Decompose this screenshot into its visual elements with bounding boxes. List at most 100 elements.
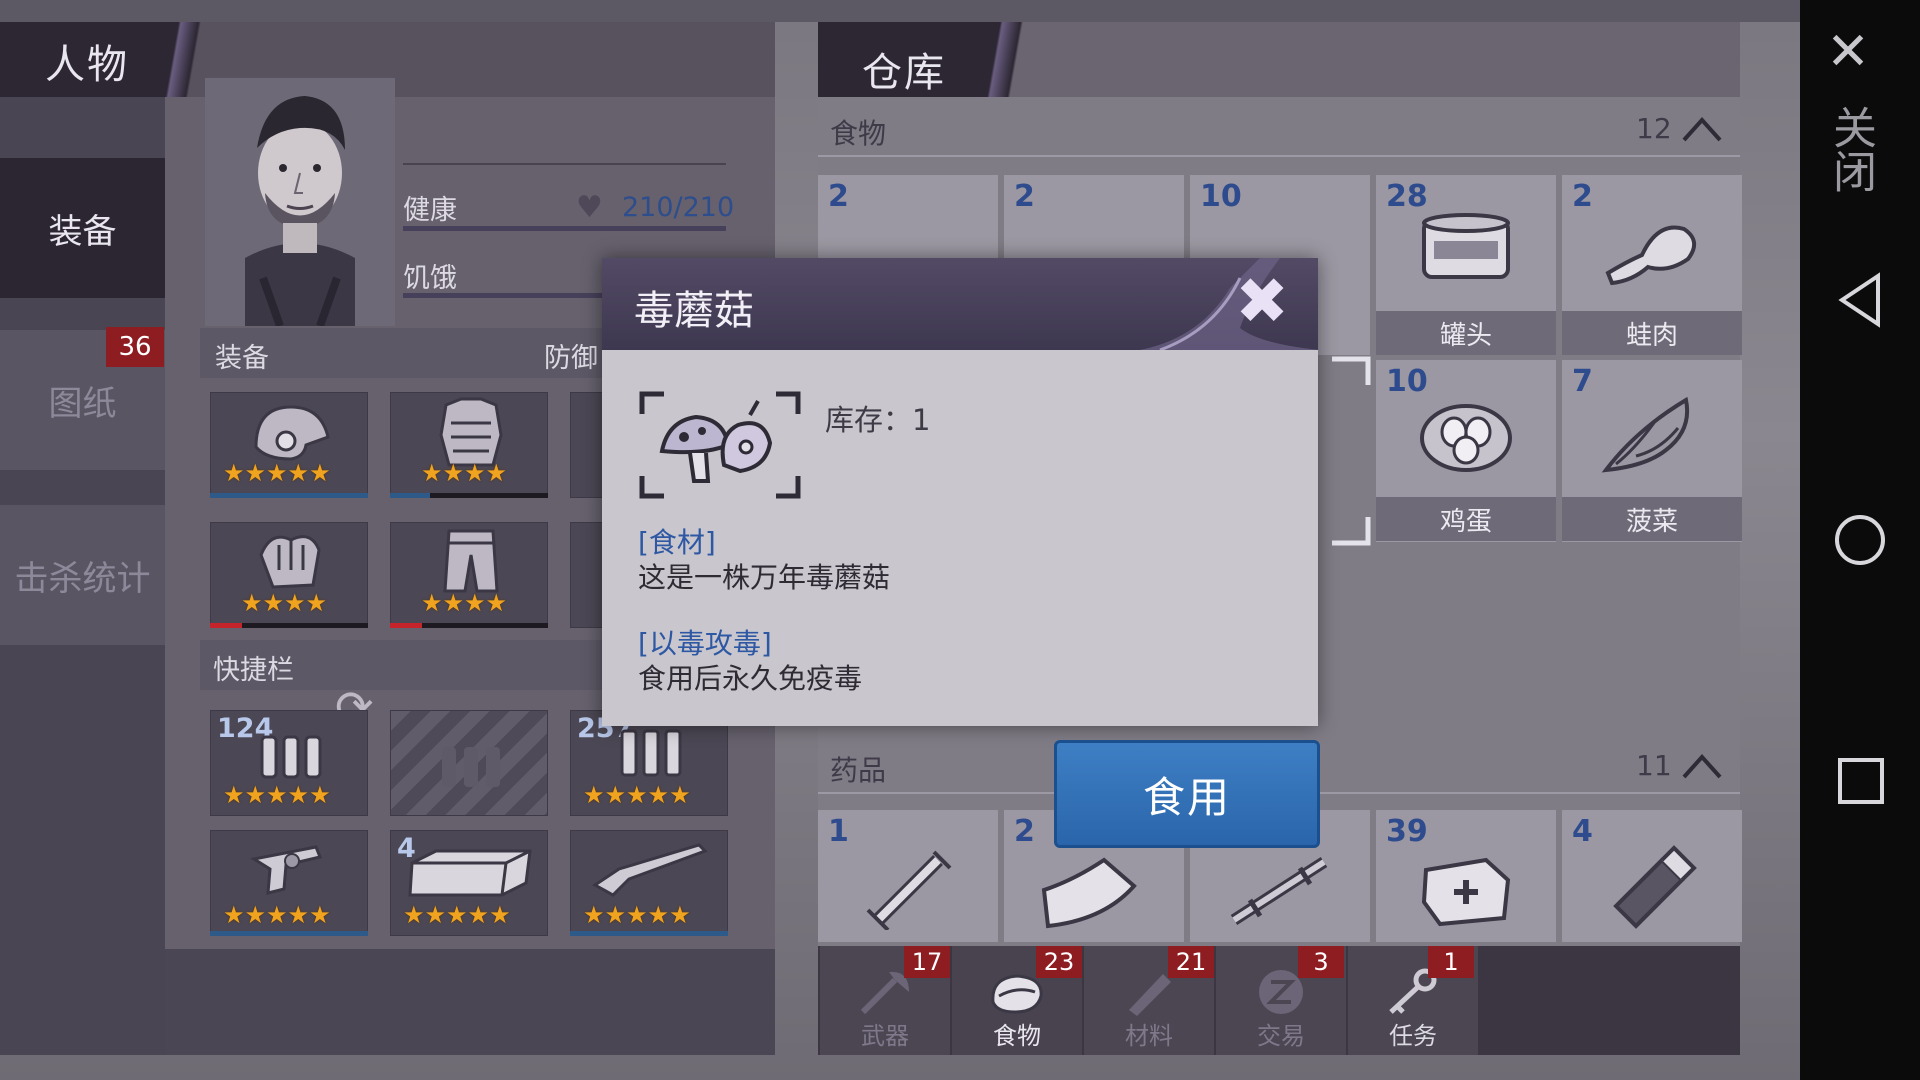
item-stock: 库存：1 [825, 403, 931, 437]
food-item-frog-name: 蛙肉 [1562, 311, 1742, 355]
food-item-1-count: 2 [828, 179, 849, 214]
armor-icon [439, 397, 503, 467]
chevron-up-icon[interactable] [1680, 114, 1724, 144]
health-bar-fill [403, 226, 726, 231]
hunger-label: 饥饿 [403, 263, 457, 294]
health-bar [403, 226, 726, 231]
equip-slot-gloves[interactable]: ★★★★ [210, 522, 368, 628]
quick-slot-6[interactable]: ★★★★★ [570, 830, 728, 936]
ammo-icon [260, 735, 322, 779]
quick-slot-3-stars: ★★★★★ [583, 781, 691, 809]
equip-slot-helmet[interactable]: ★★★★★ [210, 392, 368, 498]
dialog-close-icon[interactable]: ✖ [1222, 262, 1302, 342]
home-icon[interactable] [1832, 512, 1888, 568]
gloves-icon [259, 535, 321, 589]
nav-equipment[interactable]: 装备 [0, 158, 165, 298]
hunger-bar-fill [403, 293, 603, 298]
quick-slot-1[interactable]: 124 ★★★★★ [210, 710, 368, 816]
splint-icon [1230, 856, 1328, 926]
item-dialog-title: 毒蘑菇 [634, 288, 754, 334]
food-item-3-count: 10 [1200, 179, 1242, 214]
quick-slot-4-stars: ★★★★★ [223, 901, 331, 929]
item-tag-ingredient: [食材] [638, 526, 716, 559]
food-item-egg[interactable]: 10 鸡蛋 [1376, 360, 1556, 542]
food-item-frog[interactable]: 2 蛙肉 [1562, 175, 1742, 355]
medkit-icon [1421, 857, 1511, 927]
equip-slot-pants[interactable]: ★★★★ [390, 522, 548, 628]
medicine-item-syringe[interactable]: 1 [818, 810, 998, 942]
shotgun-durability [570, 931, 728, 936]
tab-trade-label: 交易 [1257, 1022, 1305, 1050]
quick-slot-5-stars: ★★★★★ [403, 901, 511, 929]
medicine-item-medkit[interactable]: 39 [1376, 810, 1556, 942]
tab-trade-badge: 3 [1298, 946, 1344, 978]
armor-durability-fill [390, 493, 430, 498]
food-category-count: 12 [1636, 112, 1672, 145]
shells-icon [620, 729, 682, 777]
medicine-category-count: 11 [1636, 749, 1672, 782]
tab-food-label: 食物 [993, 1022, 1041, 1050]
item-tag-effect: [以毒攻毒] [638, 627, 772, 660]
recents-icon[interactable] [1836, 756, 1886, 806]
blueprints-badge: 36 [106, 327, 164, 367]
selection-bracket [1332, 356, 1371, 546]
armor-stars: ★★★★ [421, 459, 508, 487]
food-item-egg-name: 鸡蛋 [1376, 497, 1556, 541]
medicine-item-2-count: 2 [1014, 814, 1035, 849]
chevron-up-icon-2[interactable] [1680, 751, 1724, 781]
food-item-spinach[interactable]: 7 菠菜 [1562, 360, 1742, 542]
quick-slot-5[interactable]: 4 ★★★★★ [390, 830, 548, 936]
equip-slot-partial-2[interactable] [570, 522, 604, 628]
brick-icon [408, 849, 532, 897]
spinach-icon [1601, 396, 1689, 473]
item-description-2: 食用后永久免疫毒 [638, 662, 863, 695]
nav-kills[interactable]: 击杀统计 [0, 505, 165, 645]
vial-icon [1613, 845, 1697, 929]
equip-slot-partial[interactable] [570, 392, 604, 498]
tab-food-badge: 23 [1036, 946, 1082, 978]
armor-durability [390, 493, 548, 498]
tab-weapons-label: 武器 [861, 1022, 909, 1050]
item-description-1: 这是一株万年毒蘑菇 [638, 561, 891, 594]
medicine-item-vial[interactable]: 4 [1562, 810, 1742, 942]
character-title: 人物 [45, 42, 129, 88]
quick-slot-2-empty[interactable] [390, 710, 548, 816]
medicine-item-1-count: 1 [828, 814, 849, 849]
back-icon[interactable] [1836, 272, 1886, 328]
tab-materials-label: 材料 [1125, 1022, 1173, 1050]
shotgun-icon [592, 843, 708, 897]
gloves-durability-fill [210, 623, 242, 628]
food-item-2-count: 2 [1014, 179, 1035, 214]
quickbar-label: 快捷栏 [213, 655, 294, 686]
syringe-icon [866, 850, 952, 930]
tab-quests-badge: 1 [1428, 946, 1474, 978]
tab-weapons-badge: 17 [904, 946, 950, 978]
revolver-icon [249, 845, 323, 895]
quick-slot-4[interactable]: ★★★★★ [210, 830, 368, 936]
canned-food-icon [1422, 213, 1510, 279]
food-item-frog-count: 2 [1572, 179, 1593, 214]
medicine-category-label: 药品 [830, 754, 887, 787]
tab-materials-badge: 21 [1168, 946, 1214, 978]
food-category-header[interactable]: 食物 12 [818, 100, 1740, 160]
health-label: 健康 [403, 195, 457, 226]
poison-mushroom-icon [659, 400, 773, 483]
use-button-label: 食用 [1142, 772, 1231, 822]
pants-durability [390, 623, 548, 628]
quick-slot-6-stars: ★★★★★ [583, 901, 691, 929]
food-item-canned[interactable]: 28 罐头 [1376, 175, 1556, 355]
character-portrait [205, 78, 395, 326]
defense-label: 防御 [544, 343, 598, 374]
equip-slot-armor[interactable]: ★★★★ [390, 392, 548, 498]
close-icon[interactable]: ✕ [1818, 22, 1878, 82]
pants-icon [443, 529, 499, 593]
tab-quests-label: 任务 [1389, 1022, 1437, 1050]
stat-divider [403, 163, 726, 165]
hunger-bar [403, 293, 603, 298]
close-label[interactable]: 关闭 [1825, 105, 1876, 193]
helmet-stars: ★★★★★ [223, 459, 331, 487]
empty-ammo-icon [442, 747, 500, 787]
use-button[interactable]: 食用 [1054, 740, 1320, 848]
equipment-section-label: 装备 [215, 343, 269, 374]
helmet-icon [254, 405, 330, 461]
